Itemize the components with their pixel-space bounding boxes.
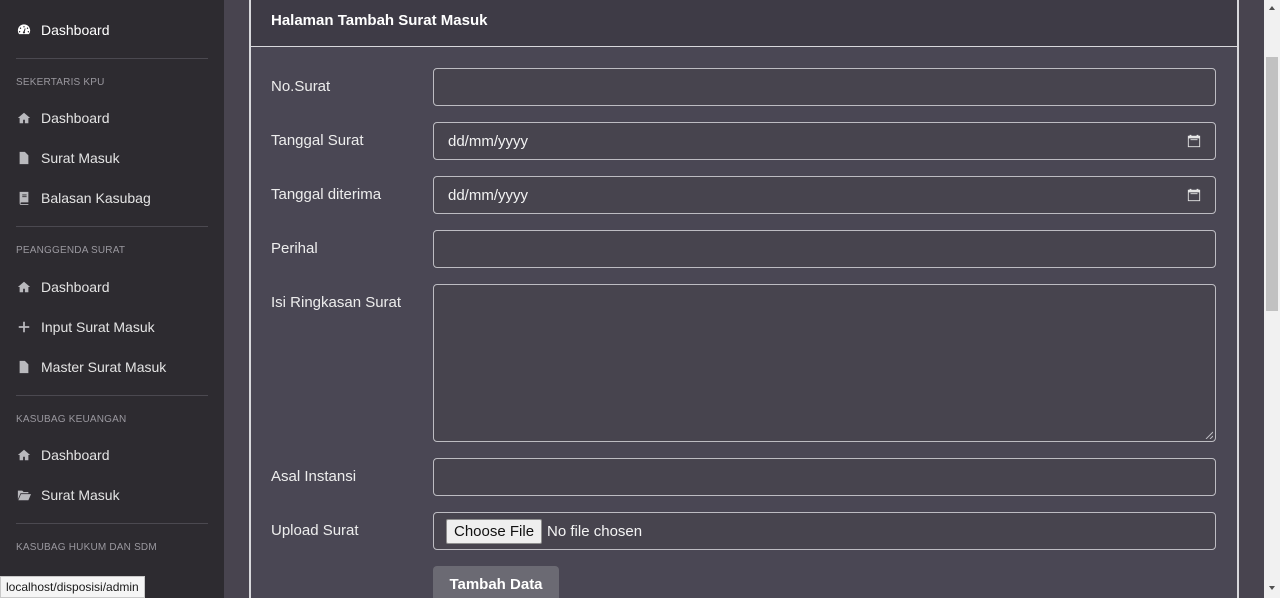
sidebar-item-label: Balasan Kasubag: [41, 190, 151, 206]
tachometer-icon: [16, 22, 32, 38]
perihal-label: Perihal: [271, 240, 318, 257]
asal-instansi-label: Asal Instansi: [271, 468, 357, 485]
tanggal-surat-label: Tanggal Surat: [271, 132, 364, 149]
tanggal-diterima-label: Tanggal diterima: [271, 186, 382, 203]
sidebar-divider: [16, 523, 208, 524]
calendar-icon[interactable]: [1187, 188, 1201, 202]
sidebar-divider: [16, 395, 208, 396]
upload-surat-label: Upload Surat: [271, 522, 359, 539]
choose-file-button[interactable]: Choose File: [446, 518, 543, 544]
resize-grip-icon[interactable]: [1205, 431, 1213, 439]
scroll-thumb[interactable]: [1266, 57, 1278, 311]
sidebar-item-dashboard-main[interactable]: Dashboard: [16, 18, 110, 42]
sidebar-divider: [16, 58, 208, 59]
perihal-input[interactable]: [433, 230, 1216, 268]
tanggal-surat-input[interactable]: dd/mm/yyyy: [433, 122, 1216, 160]
sidebar-item-master-surat-masuk[interactable]: Master Surat Masuk: [16, 355, 166, 379]
isi-ringkasan-label: Isi Ringkasan Surat: [271, 294, 402, 311]
sidebar-item-input-surat-masuk[interactable]: Input Surat Masuk: [16, 315, 155, 339]
section-heading-kasubag-keuangan: KASUBAG KEUANGAN: [16, 414, 127, 425]
home-icon: [16, 279, 32, 295]
sidebar-item-label: Dashboard: [41, 447, 110, 463]
isi-ringkasan-textarea[interactable]: [433, 284, 1216, 442]
book-icon: [16, 190, 32, 206]
sidebar-item-balasan-kasubag[interactable]: Balasan Kasubag: [16, 186, 151, 210]
tanggal-diterima-value: dd/mm/yyyy: [448, 186, 529, 204]
scroll-up-icon[interactable]: [1268, 4, 1276, 12]
tanggal-surat-value: dd/mm/yyyy: [448, 132, 529, 150]
status-url: localhost/disposisi/admin: [0, 576, 145, 598]
sidebar-item-keuangan-dashboard[interactable]: Dashboard: [16, 443, 110, 467]
sidebar-item-sekertaris-surat-masuk[interactable]: Surat Masuk: [16, 146, 120, 170]
sidebar-item-label: Input Surat Masuk: [41, 319, 155, 335]
section-heading-peanggenda: PEANGGENDA SURAT: [16, 245, 126, 256]
home-icon: [16, 447, 32, 463]
no-surat-label: No.Surat: [271, 78, 331, 95]
home-icon: [16, 110, 32, 126]
sidebar-item-label: Surat Masuk: [41, 487, 120, 503]
sidebar-item-label: Dashboard: [41, 22, 110, 38]
sidebar-item-sekertaris-dashboard[interactable]: Dashboard: [16, 106, 110, 130]
tanggal-diterima-input[interactable]: dd/mm/yyyy: [433, 176, 1216, 214]
page-title: Halaman Tambah Surat Masuk: [271, 12, 488, 29]
section-heading-sekertaris: SEKERTARIS KPU: [16, 77, 105, 88]
sidebar-item-label: Surat Masuk: [41, 150, 120, 166]
calendar-icon[interactable]: [1187, 134, 1201, 148]
sidebar-item-label: Dashboard: [41, 279, 110, 295]
tambah-data-button[interactable]: Tambah Data: [433, 566, 559, 598]
no-surat-input[interactable]: [433, 68, 1216, 106]
sidebar-item-label: Master Surat Masuk: [41, 359, 167, 375]
plus-icon: [16, 319, 32, 335]
sidebar: Dashboard SEKERTARIS KPU Dashboard Surat…: [0, 0, 224, 598]
folder-open-icon: [16, 487, 32, 503]
card-header: Halaman Tambah Surat Masuk: [251, 0, 1237, 47]
sidebar-item-keuangan-surat-masuk[interactable]: Surat Masuk: [16, 483, 120, 507]
sidebar-item-peanggenda-dashboard[interactable]: Dashboard: [16, 275, 110, 299]
asal-instansi-input[interactable]: [433, 458, 1216, 496]
sidebar-item-label: Dashboard: [41, 110, 110, 126]
upload-surat-input[interactable]: Choose File No file chosen: [433, 512, 1216, 550]
section-heading-kasubag-hukum: KASUBAG HUKUM DAN SDM: [16, 542, 157, 553]
scroll-down-icon[interactable]: [1268, 584, 1276, 592]
page-scrollbar[interactable]: [1264, 0, 1280, 598]
file-status-text: No file chosen: [547, 522, 643, 540]
file-icon: [16, 359, 32, 375]
file-icon: [16, 150, 32, 166]
sidebar-divider: [16, 226, 208, 227]
